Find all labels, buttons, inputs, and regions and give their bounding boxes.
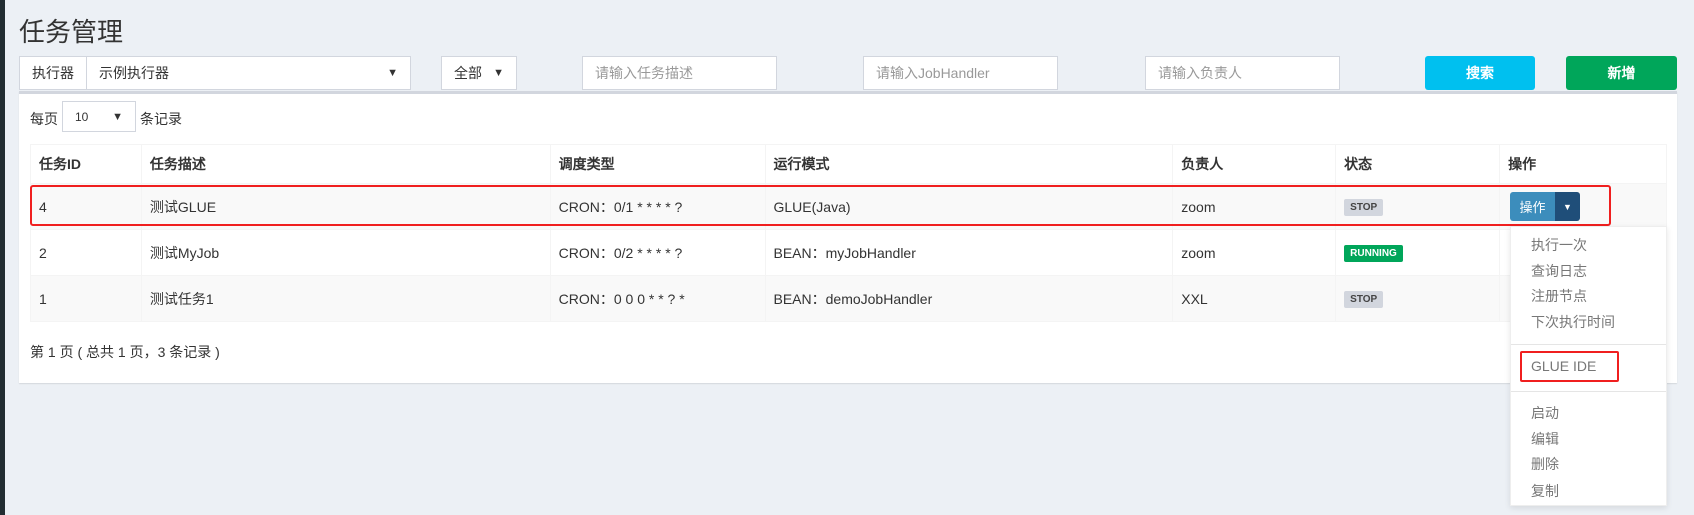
- search-button[interactable]: 搜索: [1425, 56, 1535, 90]
- chevron-down-icon: ▼: [387, 67, 398, 79]
- desc-input[interactable]: 请输入任务描述: [582, 56, 777, 90]
- menu-item-run-once[interactable]: 执行一次: [1531, 235, 1587, 255]
- col-id: 任务ID: [30, 144, 142, 184]
- cell-mode: BEAN：demoJobHandler: [764, 275, 1174, 322]
- chevron-down-icon: ▼: [112, 110, 123, 123]
- col-mode: 运行模式: [764, 144, 1174, 184]
- menu-item-copy[interactable]: 复制: [1531, 481, 1559, 501]
- page-size-prefix: 每页: [30, 111, 58, 127]
- cell-id: 1: [30, 275, 142, 322]
- cell-status: STOP: [1335, 275, 1501, 322]
- highlight-row-box: [30, 185, 1611, 226]
- status-value: 全部: [454, 65, 482, 81]
- page-size-value: 10: [75, 109, 89, 124]
- menu-item-delete[interactable]: 删除: [1531, 454, 1559, 474]
- job-table: 任务ID 任务描述 调度类型 运行模式 负责人 状态 操作 4 测试GLUE C…: [30, 144, 1667, 322]
- col-action: 操作: [1499, 144, 1667, 184]
- status-badge: RUNNING: [1344, 245, 1403, 262]
- handler-placeholder: 请输入JobHandler: [876, 65, 990, 81]
- col-desc: 任务描述: [140, 144, 551, 184]
- menu-divider: [1511, 391, 1666, 392]
- col-status: 状态: [1335, 144, 1501, 184]
- menu-item-registry[interactable]: 注册节点: [1531, 286, 1587, 306]
- table-row: 2 测试MyJob CRON：0/2 * * * * ? BEAN：myJobH…: [30, 229, 1667, 276]
- executor-select[interactable]: 示例执行器 ▼: [86, 56, 411, 90]
- col-schedule: 调度类型: [549, 144, 766, 184]
- pagination-info: 第 1 页 ( 总共 1 页，3 条记录 ): [30, 344, 220, 360]
- page-title: 任务管理: [19, 17, 124, 47]
- col-author: 负责人: [1172, 144, 1337, 184]
- page-size-select[interactable]: 10 ▼: [62, 101, 136, 132]
- cell-status: RUNNING: [1335, 229, 1501, 276]
- menu-item-edit[interactable]: 编辑: [1531, 429, 1559, 449]
- cell-mode: BEAN：myJobHandler: [764, 229, 1174, 276]
- cell-desc: 测试MyJob: [140, 229, 551, 276]
- chevron-down-icon: ▼: [493, 67, 504, 79]
- action-button[interactable]: 操作: [1510, 192, 1555, 221]
- cell-author: XXL: [1172, 275, 1337, 322]
- menu-item-next-trigger[interactable]: 下次执行时间: [1531, 312, 1615, 332]
- status-select[interactable]: 全部 ▼: [441, 56, 517, 90]
- cell-author: zoom: [1172, 229, 1337, 276]
- caret-down-icon[interactable]: ▼: [1555, 192, 1580, 221]
- left-edge-strip: [0, 0, 5, 515]
- desc-placeholder: 请输入任务描述: [595, 65, 693, 81]
- page-size-suffix: 条记录: [140, 111, 182, 127]
- status-badge: STOP: [1344, 291, 1384, 308]
- menu-item-start[interactable]: 启动: [1531, 403, 1559, 423]
- handler-input[interactable]: 请输入JobHandler: [863, 56, 1058, 90]
- executor-value: 示例执行器: [99, 65, 169, 81]
- executor-label: 执行器: [19, 56, 87, 90]
- cell-schedule: CRON：0 0 0 * * ? *: [549, 275, 766, 322]
- add-button[interactable]: 新增: [1566, 56, 1677, 90]
- menu-divider: [1511, 344, 1666, 345]
- author-input[interactable]: 请输入负责人: [1145, 56, 1340, 90]
- cell-id: 2: [30, 229, 142, 276]
- cell-desc: 测试任务1: [140, 275, 551, 322]
- action-button-group[interactable]: 操作 ▼: [1510, 192, 1580, 221]
- table-row: 1 测试任务1 CRON：0 0 0 * * ? * BEAN：demoJobH…: [30, 275, 1667, 322]
- table-header: 任务ID 任务描述 调度类型 运行模式 负责人 状态 操作: [30, 144, 1667, 184]
- author-placeholder: 请输入负责人: [1158, 65, 1242, 81]
- cell-schedule: CRON：0/2 * * * * ?: [549, 229, 766, 276]
- menu-item-logs[interactable]: 查询日志: [1531, 261, 1587, 281]
- highlight-glue-ide-box: [1520, 351, 1619, 382]
